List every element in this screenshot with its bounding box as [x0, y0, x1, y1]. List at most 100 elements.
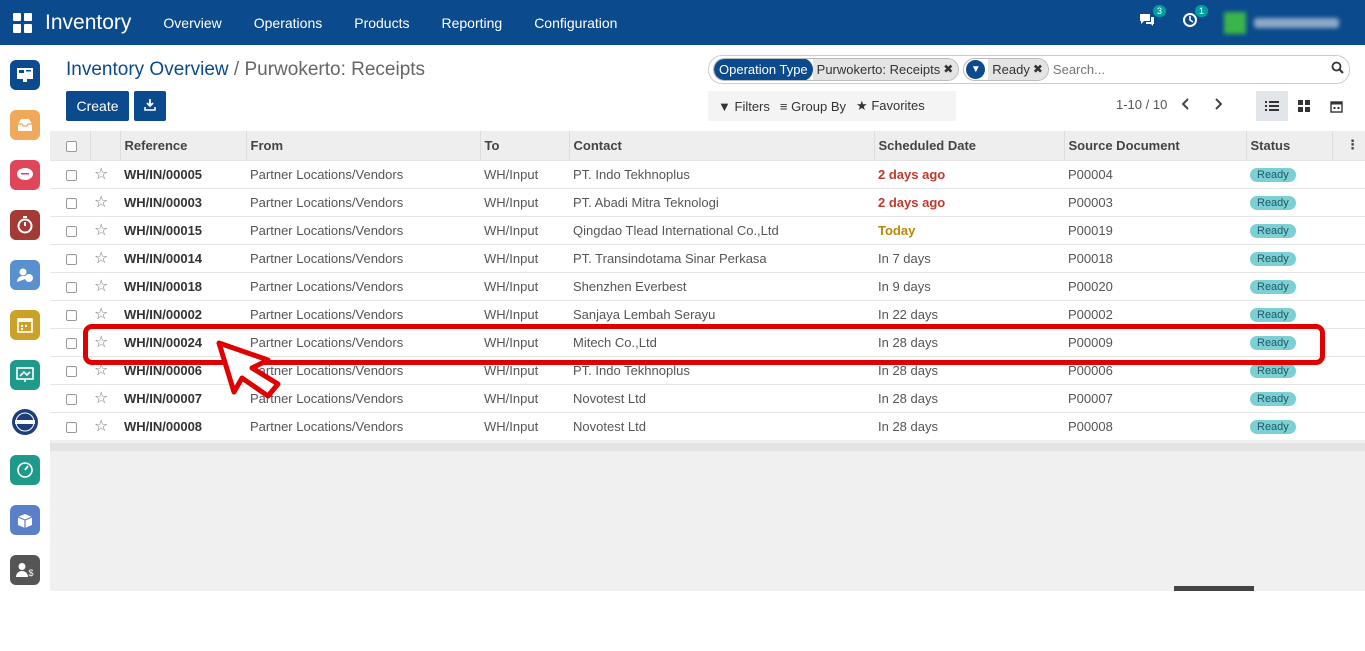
row-spacer	[1332, 383, 1365, 412]
filter-icon: ▼	[966, 60, 986, 79]
group-by-button[interactable]: ≡ Group By	[780, 99, 846, 114]
main-content: Inventory Overview / Purwokerto: Receipt…	[50, 45, 1365, 591]
presentation-icon[interactable]	[10, 360, 40, 390]
menu-reporting[interactable]: Reporting	[441, 15, 502, 31]
favorite-star-icon[interactable]: ☆	[90, 411, 120, 440]
pager-value[interactable]: 1-10 / 10	[1116, 97, 1167, 112]
header-contact[interactable]: Contact	[569, 131, 875, 160]
pager-next-icon[interactable]	[1208, 94, 1228, 114]
table-row[interactable]: ☆ WH/IN/00008 Partner Locations/Vendors WH/…	[50, 411, 1365, 440]
favorite-star-icon[interactable]: ☆	[90, 187, 120, 216]
inbox-icon[interactable]	[10, 110, 40, 140]
select-all-checkbox[interactable]	[50, 131, 91, 160]
table-row[interactable]: ☆ WH/IN/00003 Partner Locations/Vendors WH/…	[50, 187, 1365, 216]
row-spacer	[1332, 327, 1365, 356]
row-contact: Qingdao Tlead International Co.,Ltd	[569, 215, 874, 244]
app-menu-icon[interactable]	[13, 12, 33, 33]
kanban-view-icon[interactable]	[1288, 91, 1320, 121]
breadcrumb-parent[interactable]: Inventory Overview	[66, 59, 229, 80]
row-reference[interactable]: WH/IN/00014	[120, 243, 246, 272]
table-footer	[50, 443, 1365, 451]
user-name-blurred	[1254, 17, 1339, 28]
search-icon[interactable]	[1325, 61, 1349, 79]
timer-icon[interactable]	[10, 210, 40, 240]
row-from: Partner Locations/Vendors	[246, 159, 480, 188]
app-brand[interactable]: Inventory	[45, 11, 131, 35]
inventory-box-icon[interactable]	[10, 505, 40, 535]
row-reference[interactable]: WH/IN/00005	[120, 159, 246, 188]
calendar-view-icon[interactable]	[1320, 91, 1352, 121]
table-row[interactable]: ☆ WH/IN/00005 Partner Locations/Vendors WH/…	[50, 159, 1365, 188]
favorite-star-icon[interactable]: ☆	[90, 383, 120, 412]
row-to: WH/Input	[480, 383, 569, 412]
favorite-star-icon[interactable]: ☆	[90, 215, 120, 244]
create-button[interactable]: Create	[66, 91, 129, 121]
table-row[interactable]: ☆ WH/IN/00018 Partner Locations/Vendors WH/…	[50, 271, 1365, 300]
header-status[interactable]: Status	[1246, 131, 1333, 160]
menu-operations[interactable]: Operations	[254, 15, 322, 31]
row-contact: PT. Indo Tekhnoplus	[569, 159, 874, 188]
status-badge: Ready	[1250, 392, 1296, 406]
row-status: Ready	[1246, 243, 1332, 272]
favorite-star-icon[interactable]: ☆	[90, 271, 120, 300]
header-from[interactable]: From	[246, 131, 481, 160]
row-checkbox[interactable]	[50, 187, 90, 216]
row-reference[interactable]: WH/IN/00015	[120, 215, 246, 244]
calendar-icon[interactable]	[10, 310, 40, 340]
dashboard-gauge-icon[interactable]	[10, 455, 40, 485]
row-checkbox[interactable]	[50, 215, 90, 244]
menu-configuration[interactable]: Configuration	[534, 15, 617, 31]
header-to[interactable]: To	[480, 131, 570, 160]
pager-previous-icon[interactable]	[1176, 94, 1196, 114]
menu-products[interactable]: Products	[354, 15, 409, 31]
status-badge: Ready	[1250, 252, 1296, 266]
remove-facet-icon[interactable]: ✖	[943, 59, 959, 80]
menu-overview[interactable]: Overview	[163, 15, 221, 31]
status-badge: Ready	[1250, 224, 1296, 238]
row-source-document: P00020	[1064, 271, 1246, 300]
table-row[interactable]: ☆ WH/IN/00015 Partner Locations/Vendors WH/…	[50, 215, 1365, 244]
activities-icon[interactable]: 1	[1182, 5, 1208, 33]
dashboard-icon[interactable]	[10, 60, 40, 90]
attendance-icon[interactable]	[10, 260, 40, 290]
row-reference[interactable]: WH/IN/00008	[120, 411, 246, 440]
discuss-icon[interactable]	[10, 160, 40, 190]
row-reference[interactable]: WH/IN/00003	[120, 187, 246, 216]
row-to: WH/Input	[480, 187, 569, 216]
search-input[interactable]	[1052, 62, 1325, 77]
row-from: Partner Locations/Vendors	[246, 187, 480, 216]
row-checkbox[interactable]	[50, 411, 90, 440]
header-source-document[interactable]: Source Document	[1064, 131, 1247, 160]
user-menu[interactable]	[1224, 11, 1349, 34]
row-contact: Shenzhen Everbest	[569, 271, 874, 300]
payroll-icon[interactable]: $	[10, 555, 40, 585]
company-logo-icon[interactable]	[10, 407, 40, 437]
row-reference[interactable]: WH/IN/00018	[120, 271, 246, 300]
row-source-document: P00004	[1064, 159, 1246, 188]
header-scheduled-date[interactable]: Scheduled Date	[874, 131, 1065, 160]
star-icon: ★	[856, 98, 868, 113]
header-reference[interactable]: Reference	[120, 131, 247, 160]
row-scheduled-date: In 28 days	[874, 411, 1064, 440]
messages-icon[interactable]: 3	[1138, 5, 1166, 33]
optional-columns-icon[interactable]: ⋮	[1332, 131, 1365, 160]
favorite-star-icon[interactable]: ☆	[90, 243, 120, 272]
row-spacer	[1332, 243, 1365, 272]
row-from: Partner Locations/Vendors	[246, 215, 480, 244]
row-scheduled-date: 2 days ago	[874, 159, 1064, 188]
facet-label: Operation Type	[714, 59, 813, 80]
row-to: WH/Input	[480, 215, 569, 244]
filters-button[interactable]: ▼ Filters	[718, 99, 770, 114]
row-checkbox[interactable]	[50, 159, 90, 188]
remove-filter-icon[interactable]: ✖	[1032, 59, 1048, 80]
favorites-button[interactable]: ★ Favorites	[856, 98, 925, 114]
row-checkbox[interactable]	[50, 383, 90, 412]
favorite-star-icon[interactable]: ☆	[90, 159, 120, 188]
row-checkbox[interactable]	[50, 271, 90, 300]
breadcrumb-current: Purwokerto: Receipts	[244, 59, 426, 80]
row-checkbox[interactable]	[50, 299, 90, 328]
row-checkbox[interactable]	[50, 243, 90, 272]
table-row[interactable]: ☆ WH/IN/00014 Partner Locations/Vendors WH/…	[50, 243, 1365, 272]
export-button[interactable]	[134, 91, 166, 121]
list-view-icon[interactable]	[1256, 91, 1288, 121]
